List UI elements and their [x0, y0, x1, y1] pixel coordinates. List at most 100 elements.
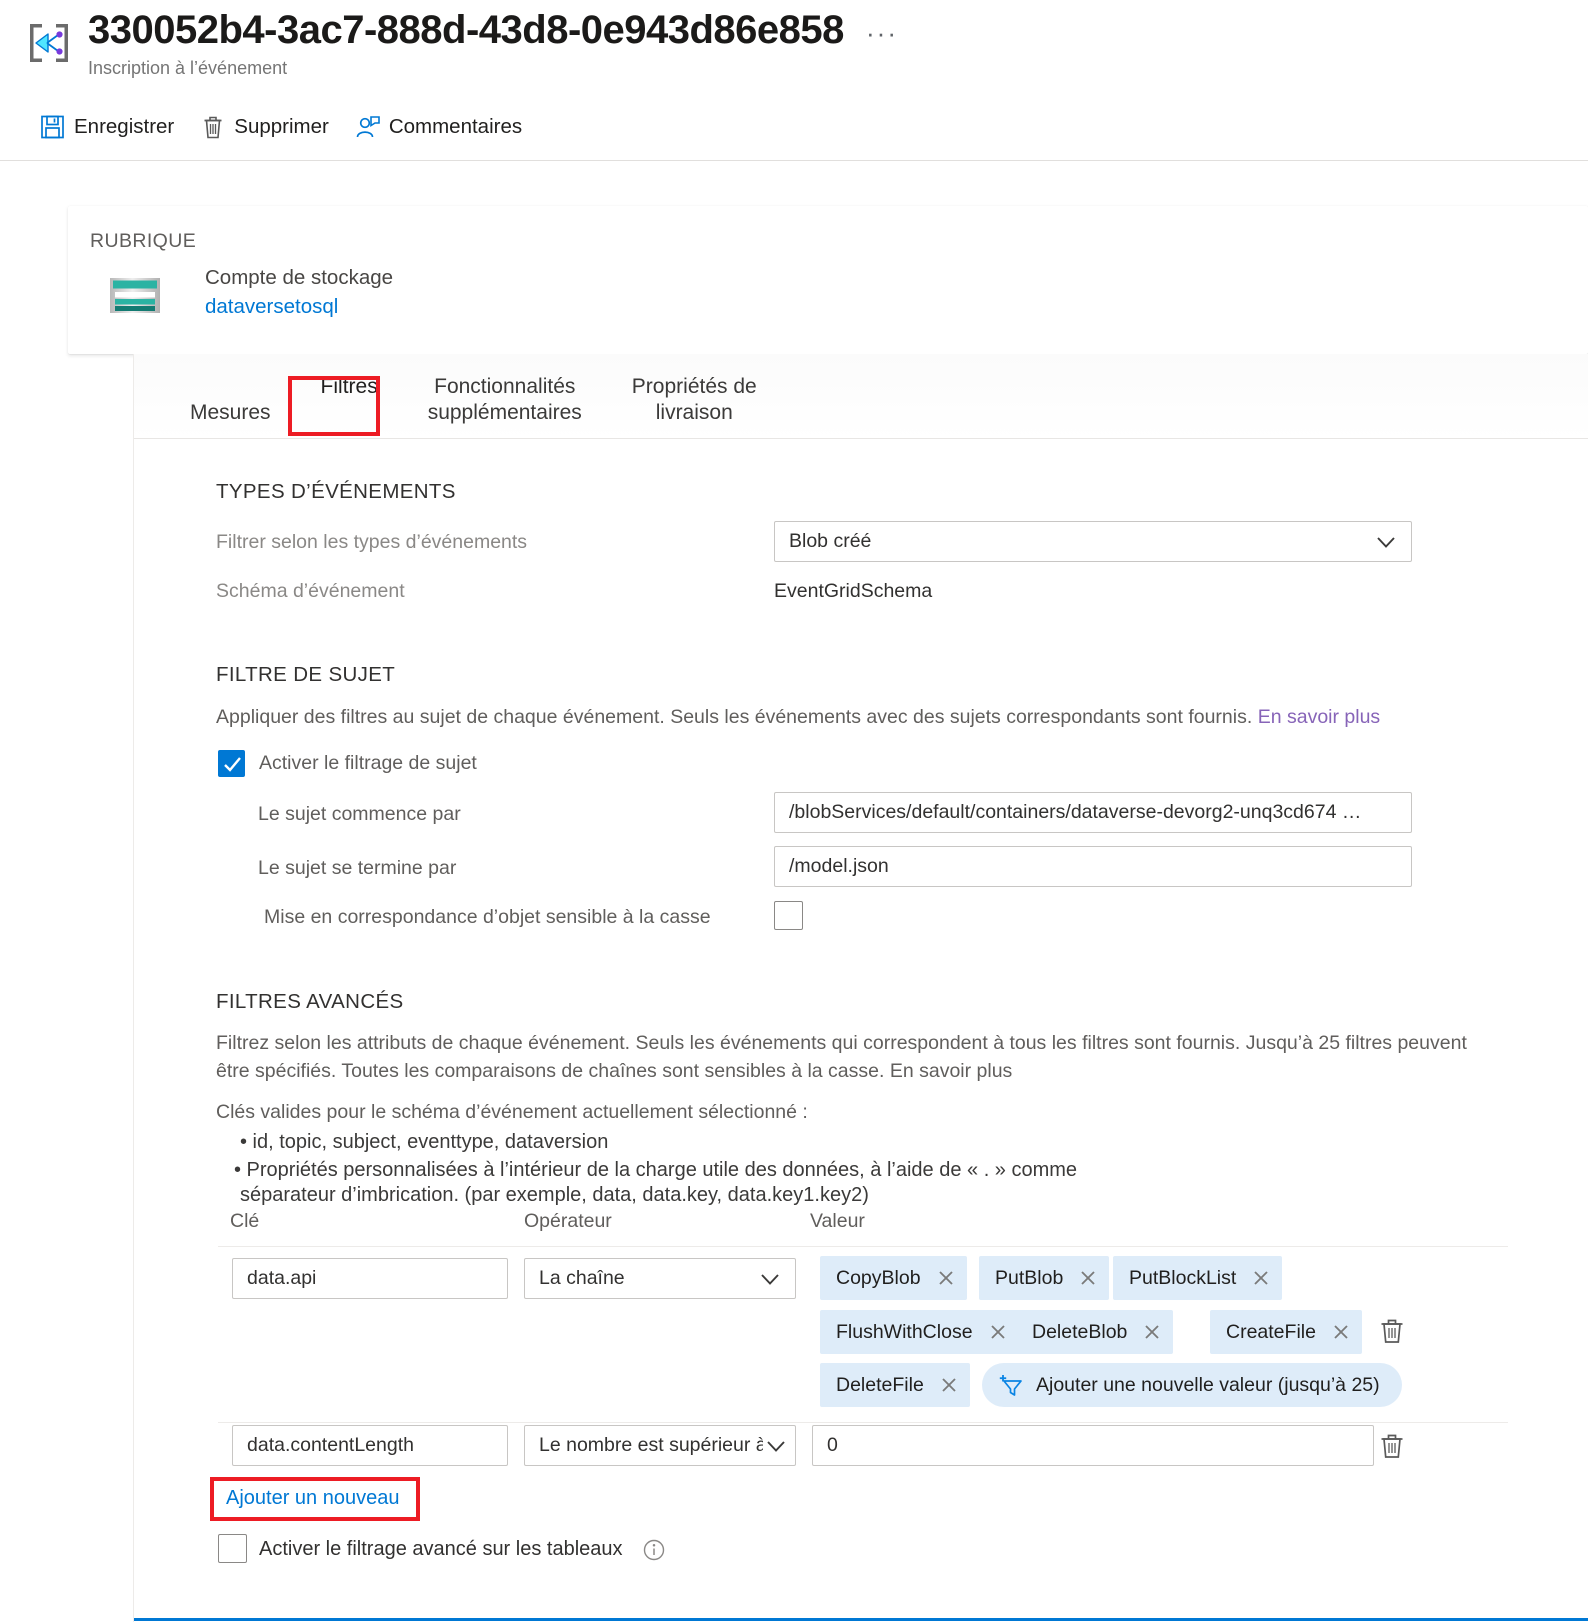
- chip-label: FlushWithClose: [836, 1320, 973, 1343]
- filter-row-1-operator-value: La chaîne: [539, 1267, 625, 1289]
- topic-card-label: RUBRIQUE: [90, 230, 197, 252]
- topic-resource-type: Compte de stockage: [205, 266, 394, 289]
- case-sensitive-checkbox[interactable]: [774, 901, 803, 930]
- tab-mesures[interactable]: Mesures: [176, 374, 285, 438]
- info-icon[interactable]: [642, 1538, 666, 1562]
- topic-card: RUBRIQUE Compte de stockage dataversetos…: [68, 206, 1588, 354]
- delete-button[interactable]: Supprimer: [200, 106, 329, 148]
- filter-row-1-delete-icon[interactable]: [1377, 1316, 1407, 1346]
- feedback-button[interactable]: Commentaires: [355, 106, 522, 148]
- chip-label: PutBlob: [995, 1266, 1064, 1289]
- filter-row-2-delete-icon[interactable]: [1377, 1431, 1407, 1461]
- pane-bottom-accent-line: [134, 1618, 1588, 1621]
- subject-ends-with-input[interactable]: /model.json: [774, 846, 1412, 887]
- topic-resource-link[interactable]: dataversetosql: [205, 295, 338, 319]
- chip-label: DeleteBlob: [1032, 1320, 1128, 1343]
- enable-array-filtering-label: Activer le filtrage avancé sur les table…: [259, 1538, 623, 1560]
- event-schema-value: EventGridSchema: [774, 580, 933, 602]
- event-schema-label: Schéma d’événement: [216, 580, 405, 602]
- filter-row-1-operator-dropdown[interactable]: La chaîne: [524, 1258, 796, 1299]
- tab-list: Mesures Filtres Fonctionnalités suppléme…: [176, 360, 793, 438]
- page-subtitle: Inscription à l’événement: [88, 58, 288, 78]
- subject-filter-section-title: FILTRE DE SUJET: [216, 663, 396, 686]
- filter-value-chip: PutBlob: [979, 1256, 1110, 1300]
- enable-subject-filtering-checkbox[interactable]: [218, 750, 245, 777]
- chip-label: DeleteFile: [836, 1373, 924, 1396]
- save-icon: [40, 114, 66, 140]
- enable-array-filtering-checkbox[interactable]: [218, 1534, 247, 1563]
- header-divider: [0, 160, 1588, 161]
- subject-begins-with-value: /blobServices/default/containers/dataver…: [789, 801, 1362, 823]
- close-icon[interactable]: [1071, 1261, 1105, 1295]
- add-new-value-label: Ajouter une nouvelle valeur (jusqu’à 25): [1036, 1373, 1380, 1396]
- close-icon[interactable]: [929, 1261, 963, 1295]
- advanced-filters-bullet-2-line2: séparateur d’imbrication. (par exemple, …: [240, 1184, 869, 1206]
- close-icon[interactable]: [1324, 1315, 1358, 1349]
- subject-begins-with-label: Le sujet commence par: [258, 803, 461, 825]
- column-header-key: Clé: [230, 1210, 260, 1232]
- advanced-filters-section-title: FILTRES AVANCÉS: [216, 990, 404, 1013]
- chip-label: CopyBlob: [836, 1266, 921, 1289]
- filter-row-divider: [218, 1246, 1508, 1247]
- column-header-value: Valeur: [810, 1210, 865, 1232]
- chevron-down-icon: [1373, 529, 1399, 555]
- add-new-value-button[interactable]: Ajouter une nouvelle valeur (jusqu’à 25): [982, 1363, 1402, 1407]
- filter-value-chip: PutBlockList: [1113, 1256, 1283, 1300]
- tabstrip-bottom-line: [134, 438, 1588, 439]
- tab-filtres[interactable]: Filtres: [307, 348, 392, 438]
- filter-value-chip: DeleteFile: [820, 1363, 970, 1407]
- subject-begins-with-input[interactable]: /blobServices/default/containers/dataver…: [774, 792, 1412, 833]
- event-subscription-icon: [26, 20, 72, 66]
- close-icon[interactable]: [932, 1368, 966, 1402]
- save-button-label: Enregistrer: [74, 115, 175, 138]
- tab-proprietes-label: Propriétés de livraison: [631, 375, 757, 424]
- filter-row-1-key-input[interactable]: data.api: [232, 1258, 508, 1299]
- filter-row-2-value-input[interactable]: 0: [812, 1425, 1374, 1466]
- page-header: 330052b4-3ac7-888d-43d8-0e943d86e858 ···…: [0, 0, 1588, 161]
- filter-row-2-key-value: data.contentLength: [247, 1434, 414, 1456]
- tab-mesures-label: Mesures: [190, 401, 271, 424]
- chevron-down-icon: [763, 1433, 789, 1459]
- delete-button-label: Supprimer: [234, 115, 329, 138]
- subject-filter-learn-more-link[interactable]: En savoir plus: [1258, 706, 1380, 728]
- subject-ends-with-value: /model.json: [789, 855, 889, 877]
- filter-row-2-value: 0: [827, 1434, 838, 1456]
- tab-fonctionnalites-label: Fonctionnalités supplémentaires: [427, 375, 582, 424]
- filter-row-1-key-value: data.api: [247, 1267, 317, 1289]
- subject-filter-description-text: Appliquer des filtres au sujet de chaque…: [216, 706, 1258, 728]
- delete-icon: [200, 114, 226, 140]
- save-button[interactable]: Enregistrer: [40, 106, 174, 148]
- add-new-filter-link[interactable]: Ajouter un nouveau: [226, 1487, 399, 1510]
- close-icon[interactable]: [1135, 1315, 1169, 1349]
- case-sensitive-label: Mise en correspondance d’objet sensible …: [264, 906, 711, 928]
- filter-row-2-key-input[interactable]: data.contentLength: [232, 1425, 508, 1466]
- filter-value-chip: CopyBlob: [820, 1256, 967, 1300]
- chevron-down-icon: [757, 1266, 783, 1292]
- event-types-dropdown[interactable]: Blob créé: [774, 521, 1412, 562]
- filter-row-2-operator-value: Le nombre est supérieur à...: [539, 1434, 763, 1456]
- command-bar: Enregistrer Supprimer Commentaires: [40, 106, 548, 148]
- event-types-dropdown-value: Blob créé: [789, 530, 872, 552]
- chip-label: CreateFile: [1226, 1320, 1316, 1343]
- chip-label: PutBlockList: [1129, 1266, 1237, 1289]
- filter-row-2-operator-dropdown[interactable]: Le nombre est supérieur à...: [524, 1425, 796, 1466]
- feedback-button-label: Commentaires: [388, 115, 523, 138]
- event-types-section-title: TYPES D’ÉVÉNEMENTS: [216, 480, 456, 503]
- advanced-filters-description-line1: Filtrez selon les attributs de chaque év…: [216, 1032, 1467, 1054]
- tab-filtres-label: Filtres: [320, 375, 378, 398]
- enable-subject-filtering-label: Activer le filtrage de sujet: [259, 752, 477, 774]
- storage-account-icon: [104, 264, 166, 326]
- tab-proprietes-de-livraison[interactable]: Propriétés de livraison: [618, 348, 771, 438]
- close-icon[interactable]: [1244, 1261, 1278, 1295]
- advanced-filters-description-line2: être spécifiés. Toutes les comparaisons …: [216, 1060, 1013, 1082]
- tab-fonctionnalites-supplementaires[interactable]: Fonctionnalités supplémentaires: [414, 348, 596, 438]
- add-filter-icon: [996, 1370, 1026, 1400]
- column-header-operator: Opérateur: [524, 1210, 612, 1232]
- more-options-icon[interactable]: ···: [866, 18, 898, 49]
- close-icon[interactable]: [981, 1315, 1015, 1349]
- page-title: 330052b4-3ac7-888d-43d8-0e943d86e858: [88, 8, 844, 52]
- subject-ends-with-label: Le sujet se termine par: [258, 857, 457, 879]
- filters-pane: TYPES D’ÉVÉNEMENTS Filtrer selon les typ…: [134, 440, 1588, 1622]
- advanced-filters-bullet-1: • id, topic, subject, eventtype, dataver…: [240, 1131, 609, 1153]
- feedback-icon: [355, 114, 381, 140]
